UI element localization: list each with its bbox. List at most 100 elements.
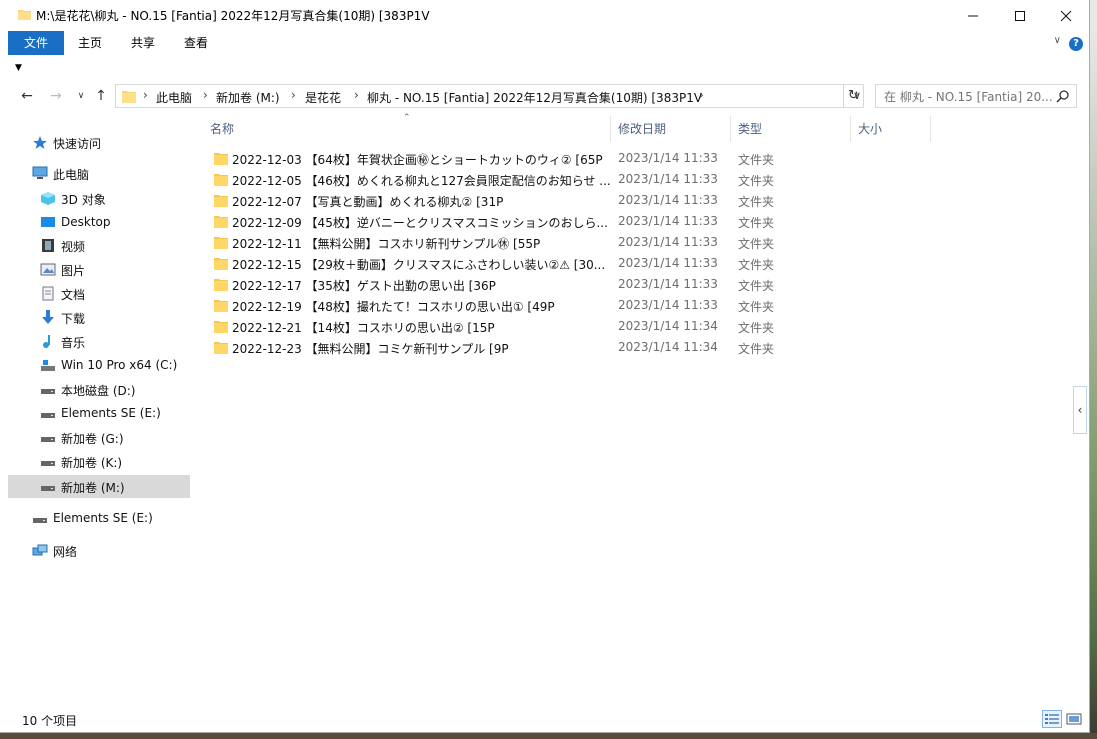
drive-icon <box>33 518 47 523</box>
address-bar[interactable]: › 此电脑 › 新加卷 (M:) › 是花花 › 柳丸 - NO.15 [Fan… <box>115 84 864 108</box>
sidebar-item-drive-e-external[interactable]: Elements SE (E:) <box>8 507 190 530</box>
help-icon[interactable]: ? <box>1069 37 1083 51</box>
refresh-button[interactable]: ↻ <box>843 84 864 108</box>
file-row[interactable]: 2022-12-05 【46枚】めくれる柳丸と127会員限定配信のお知らせ ..… <box>210 169 800 190</box>
sidebar-item-network[interactable]: 网络 <box>8 539 190 562</box>
file-date-modified: 2023/1/14 11:33 <box>618 235 718 249</box>
file-date-modified: 2023/1/14 11:33 <box>618 151 718 165</box>
window-title: M:\是花花\柳丸 - NO.15 [Fantia] 2022年12月写真合集(… <box>36 9 430 23</box>
large-icons-view-icon <box>1066 713 1082 725</box>
file-type: 文件夹 <box>738 342 775 356</box>
picture-icon <box>40 263 56 276</box>
arrow-right-icon[interactable]: → <box>46 86 66 106</box>
folder-icon <box>214 174 228 186</box>
sidebar-item-desktop[interactable]: Desktop <box>8 211 190 234</box>
column-divider[interactable] <box>930 116 931 142</box>
tab-share[interactable]: 共享 <box>120 31 166 55</box>
sidebar-item-drive-k[interactable]: 新加卷 (K:) <box>8 450 190 473</box>
folder-icon <box>214 300 228 312</box>
search-input[interactable] <box>884 88 1054 105</box>
column-header-date-modified[interactable]: 修改日期 <box>618 120 666 137</box>
file-row[interactable]: 2022-12-07 【写真と動画】めくれる柳丸② [31P 2023/1/14 … <box>210 190 800 211</box>
column-divider[interactable] <box>610 116 611 142</box>
close-icon <box>1060 10 1072 21</box>
breadcrumb-separator-icon[interactable]: › <box>354 88 359 102</box>
file-date-modified: 2023/1/14 11:33 <box>618 193 718 207</box>
desktop-icon <box>41 217 55 227</box>
file-row[interactable]: 2022-12-09 【45枚】逆バニーとクリスマスコミッションのおしら... 2… <box>210 211 800 232</box>
file-type: 文件夹 <box>738 195 775 209</box>
sidebar-item-drive-m[interactable]: 新加卷 (M:) <box>8 475 190 498</box>
tab-file[interactable]: 文件 <box>8 31 64 55</box>
breadcrumb-separator-icon[interactable]: › <box>143 88 148 102</box>
column-header-size[interactable]: 大小 <box>858 120 882 137</box>
refresh-icon: ↻ <box>848 88 859 103</box>
file-row[interactable]: 2022-12-23 【無料公開】コミケ新刊サンプル [9P 2023/1/14 … <box>210 337 800 358</box>
file-row[interactable]: 2022-12-15 【29枚＋動画】クリスマスにふさわしい装い②⚠ [30..… <box>210 253 800 274</box>
sidebar-item-drive-e[interactable]: Elements SE (E:) <box>8 402 190 425</box>
breadcrumb-separator-icon[interactable]: › <box>699 88 704 102</box>
file-row[interactable]: 2022-12-19 【48枚】撮れたて！コスホリの思い出① [49P 2023/… <box>210 295 800 316</box>
file-type: 文件夹 <box>738 321 775 335</box>
download-icon <box>42 310 54 324</box>
breadcrumb-separator-icon[interactable]: › <box>203 88 208 102</box>
drive-icon <box>41 461 55 466</box>
chevron-down-icon[interactable]: ∨ <box>71 86 91 106</box>
file-row[interactable]: 2022-12-11 【無料公開】コスホリ新刊サンプル㊡ [55P 2023/1/… <box>210 232 800 253</box>
folder-icon <box>122 91 136 103</box>
folder-icon <box>214 195 228 207</box>
file-row[interactable]: 2022-12-21 【14枚】コスホリの思い出② [15P 2023/1/14 … <box>210 316 800 337</box>
file-type: 文件夹 <box>738 216 775 230</box>
ribbon-expand-icon[interactable]: ∨ <box>1054 35 1061 46</box>
title-bar: M:\是花花\柳丸 - NO.15 [Fantia] 2022年12月写真合集(… <box>0 0 1089 31</box>
explorer-window: M:\是花花\柳丸 - NO.15 [Fantia] 2022年12月写真合集(… <box>0 0 1090 733</box>
search-box[interactable] <box>875 84 1077 108</box>
close-button[interactable] <box>1043 0 1089 31</box>
column-header-name[interactable]: 名称 <box>210 120 234 137</box>
details-view-icon <box>1045 714 1059 724</box>
sidebar-item-downloads[interactable]: 下载 <box>8 306 190 329</box>
large-icons-view-button[interactable] <box>1064 710 1084 728</box>
arrow-up-icon[interactable]: ↑ <box>91 86 111 106</box>
sort-ascending-icon: ⌃ <box>403 113 411 123</box>
tab-home[interactable]: 主页 <box>67 31 113 55</box>
sidebar-item-drive-c[interactable]: Win 10 Pro x64 (C:) <box>8 354 190 377</box>
folder-icon <box>214 153 228 165</box>
column-header-type[interactable]: 类型 <box>738 120 762 137</box>
breadcrumb-current-folder[interactable]: 柳丸 - NO.15 [Fantia] 2022年12月写真合集(10期) [3… <box>367 89 702 106</box>
breadcrumb-separator-icon[interactable]: › <box>291 88 296 102</box>
file-row[interactable]: 2022-12-03 【64枚】年賀状企画㊙とショートカットのウィ② [65P 2… <box>210 148 800 169</box>
sidebar-item-pictures[interactable]: 图片 <box>8 258 190 281</box>
sidebar-item-this-pc[interactable]: 此电脑 <box>8 162 190 185</box>
sidebar-item-drive-g[interactable]: 新加卷 (G:) <box>8 426 190 449</box>
video-icon <box>42 239 54 252</box>
sidebar-item-3d-objects[interactable]: 3D 对象 <box>8 187 190 210</box>
breadcrumb-drive-m[interactable]: 新加卷 (M:) <box>216 89 280 106</box>
file-date-modified: 2023/1/14 11:33 <box>618 172 718 186</box>
details-view-button[interactable] <box>1042 710 1062 728</box>
minimize-button[interactable] <box>950 0 996 31</box>
arrow-left-icon[interactable]: ← <box>17 86 37 106</box>
file-row[interactable]: 2022-12-17 【35枚】ゲスト出勤の思い出 [36P 2023/1/14 … <box>210 274 800 295</box>
folder-icon <box>214 321 228 333</box>
file-date-modified: 2023/1/14 11:33 <box>618 298 718 312</box>
file-type: 文件夹 <box>738 300 775 314</box>
tab-view[interactable]: 查看 <box>173 31 219 55</box>
sidebar-item-quick-access[interactable]: 快速访问 <box>8 131 190 154</box>
column-divider[interactable] <box>730 116 731 142</box>
maximize-button[interactable] <box>997 0 1043 31</box>
preview-pane-toggle-icon[interactable]: ‹ <box>1073 386 1087 434</box>
breadcrumb-this-pc[interactable]: 此电脑 <box>156 89 192 106</box>
network-icon <box>32 544 48 556</box>
column-divider[interactable] <box>850 116 851 142</box>
sidebar-item-documents[interactable]: 文档 <box>8 282 190 305</box>
sidebar-item-drive-d[interactable]: 本地磁盘 (D:) <box>8 378 190 401</box>
ribbon: 文件 主页 共享 查看 ∨ ? <box>0 31 1089 56</box>
quick-access-toolbar-dropdown-icon[interactable]: ▼ <box>15 63 22 73</box>
file-list: ⌃ 名称 修改日期 类型 大小 2022-12-03 【64枚】年賀状企画㊙とシ… <box>193 112 1083 707</box>
file-name: 2022-12-05 【46枚】めくれる柳丸と127会員限定配信のお知らせ ..… <box>232 174 611 188</box>
breadcrumb-folder-1[interactable]: 是花花 <box>305 89 341 106</box>
folder-icon <box>214 237 228 249</box>
sidebar-item-music[interactable]: 音乐 <box>8 330 190 353</box>
sidebar-item-videos[interactable]: 视频 <box>8 234 190 257</box>
